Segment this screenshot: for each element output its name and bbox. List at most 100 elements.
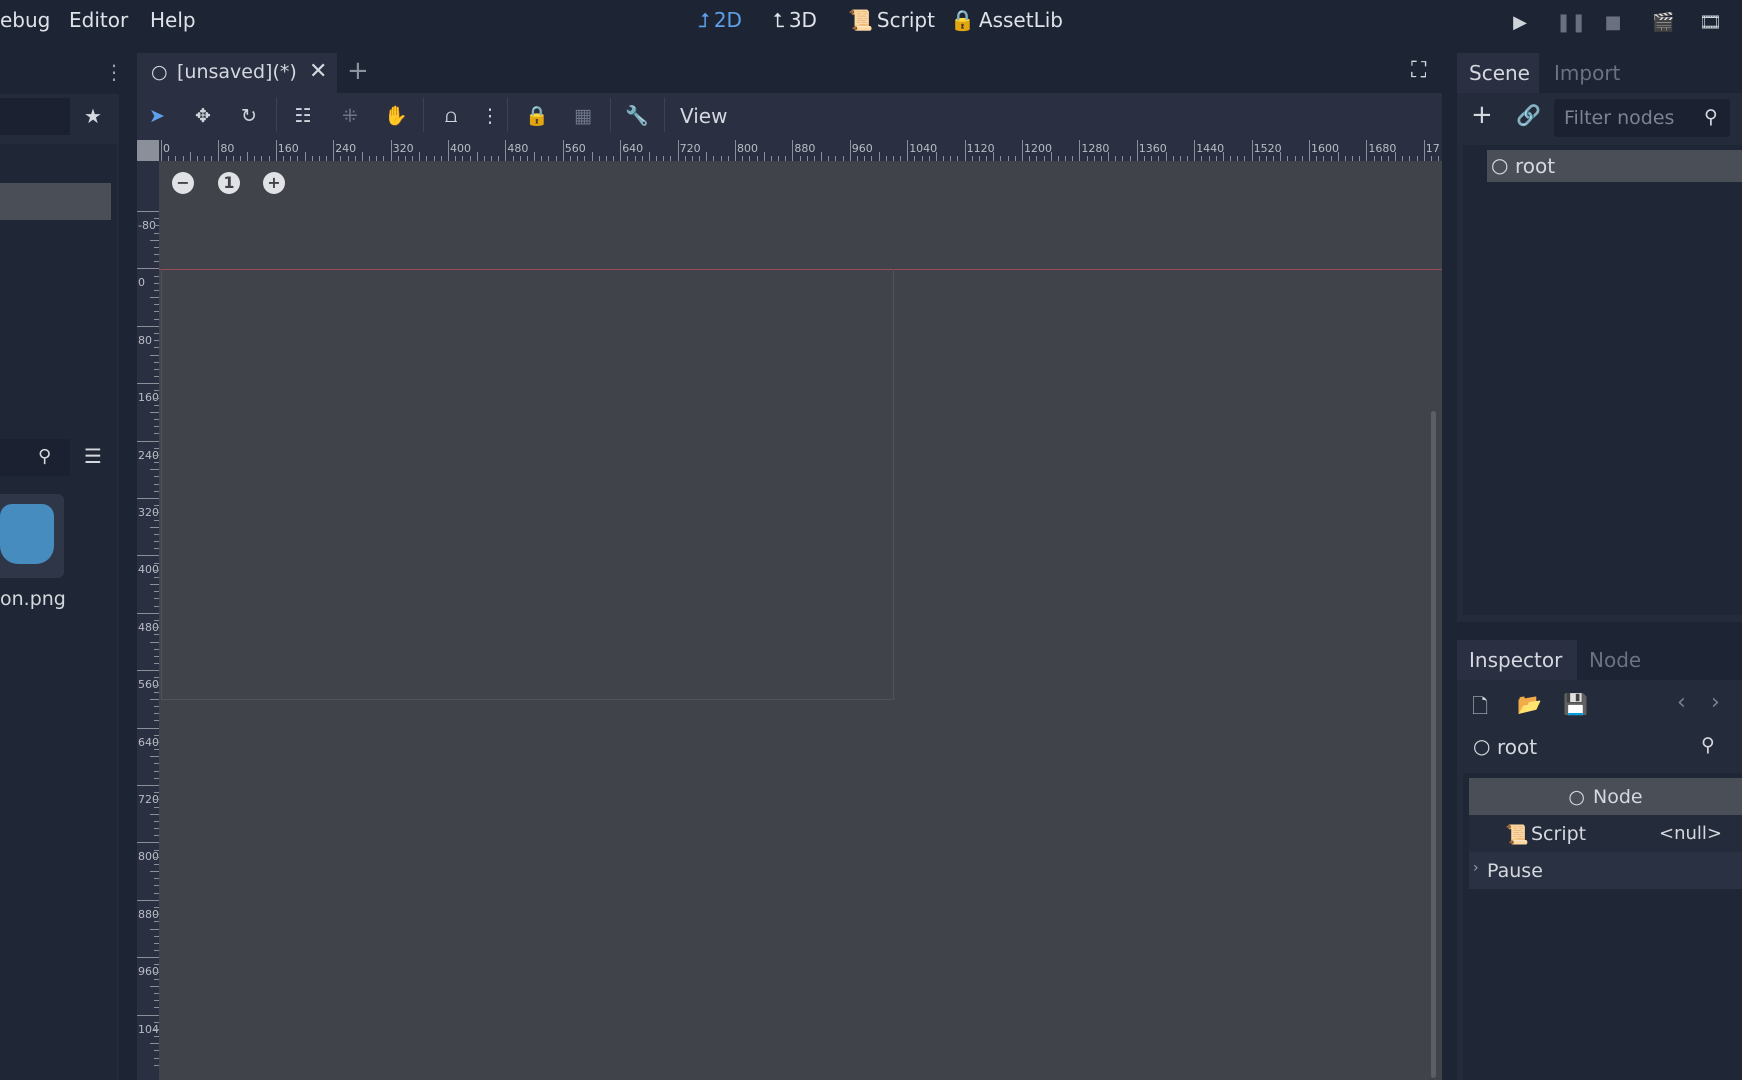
ruler-tick: [1022, 140, 1023, 161]
zoom-out-button[interactable]: −: [172, 172, 194, 194]
ruler-tick: [150, 813, 159, 815]
ruler-tick: [1079, 140, 1081, 161]
property-list: ○ Node 📜 Script <null> › Pause: [1463, 773, 1742, 1080]
add-node-icon[interactable]: +: [1471, 100, 1493, 130]
stop-icon[interactable]: ■: [1602, 12, 1624, 34]
move-tool-icon[interactable]: ✥: [190, 103, 216, 129]
workspace-3d[interactable]: ⮤ 3D: [773, 8, 817, 32]
selected-item[interactable]: [0, 183, 111, 220]
assetlib-icon: 🔒: [950, 8, 975, 32]
menu-debug[interactable]: ebug: [0, 8, 50, 32]
search-icon[interactable]: ⚲: [1704, 106, 1718, 128]
file-item[interactable]: [0, 494, 64, 578]
close-icon[interactable]: ✕: [309, 59, 327, 84]
distraction-free-icon[interactable]: ⛶: [1411, 58, 1426, 83]
ruler-label: 1440: [1196, 142, 1225, 155]
dock-menu-icon[interactable]: ⋮: [104, 60, 124, 84]
snap-icon[interactable]: ⩍: [438, 103, 464, 129]
node-icon: ○: [1491, 153, 1509, 177]
script-icon: 📜: [848, 8, 873, 32]
ruler-label: 560: [564, 142, 586, 155]
script-icon: 📜: [1505, 824, 1529, 846]
lock-icon[interactable]: 🔒: [524, 103, 550, 129]
ruler-tick: [677, 140, 679, 161]
ruler-label: 320: [392, 142, 414, 155]
pan-tool-icon[interactable]: ✋: [383, 103, 409, 129]
filter-nodes-input[interactable]: Filter nodes ⚲: [1554, 99, 1730, 137]
viewport-bounds: [161, 269, 894, 700]
ruler-tick: [648, 152, 650, 161]
skeleton-icon[interactable]: 🔧: [624, 103, 650, 129]
play-scene-icon[interactable]: 🎬: [1652, 12, 1674, 34]
ruler-tick: [1309, 140, 1310, 161]
select-tool-icon[interactable]: ➤: [144, 103, 170, 129]
link-icon[interactable]: 🔗: [1516, 103, 1541, 127]
list-select-icon[interactable]: ☷: [290, 103, 316, 129]
scene-tab[interactable]: ○ [unsaved](*) ✕: [137, 53, 337, 93]
ruler-label: 80: [220, 142, 235, 155]
ruler-label: 1680: [1368, 142, 1397, 155]
ruler-tick: [821, 152, 823, 161]
ruler-tick: [137, 785, 159, 786]
tab-import[interactable]: Import: [1554, 61, 1620, 85]
group-pause[interactable]: › Pause: [1469, 852, 1742, 889]
property-script[interactable]: 📜 Script <null>: [1469, 815, 1742, 852]
tab-scene[interactable]: Scene: [1457, 53, 1539, 93]
menu-help[interactable]: Help: [150, 8, 196, 32]
group-icon[interactable]: ▦: [570, 103, 596, 129]
ruler-tick: [763, 152, 765, 161]
ruler-tick: [137, 1014, 159, 1016]
ruler-tick: [137, 899, 159, 901]
section-label: Node: [1593, 785, 1643, 808]
canvas-viewport[interactable]: [159, 161, 1442, 1080]
rotate-tool-icon[interactable]: ↻: [236, 103, 262, 129]
ruler-label: 0: [163, 142, 170, 155]
pivot-tool-icon[interactable]: ⁜: [337, 103, 363, 129]
snap-options-icon[interactable]: ⋮: [477, 103, 503, 129]
tab-node[interactable]: Node: [1589, 648, 1641, 672]
workspace-script[interactable]: 📜 Script: [848, 8, 935, 32]
tab-inspector[interactable]: Inspector: [1457, 640, 1577, 680]
history-back-icon[interactable]: ‹: [1677, 690, 1686, 715]
workspace-label: Script: [876, 8, 935, 32]
property-value[interactable]: <null>: [1659, 823, 1722, 844]
ruler-label: 1200: [1024, 142, 1052, 155]
ruler-tick: [993, 152, 995, 161]
path-field[interactable]: [0, 98, 70, 135]
ruler-tick: [1423, 140, 1425, 161]
list-view-icon[interactable]: ☰: [84, 444, 102, 468]
ruler-tick: [137, 555, 159, 557]
workspace-assetlib[interactable]: 🔒 AssetLib: [950, 8, 1063, 32]
workspace-2d[interactable]: ⮥ 2D: [698, 8, 742, 32]
ruler-tick: [878, 152, 880, 161]
save-icon[interactable]: 💾: [1563, 692, 1588, 716]
new-resource-icon[interactable]: 🗋: [1472, 692, 1488, 726]
history-forward-icon[interactable]: ›: [1711, 690, 1720, 715]
menu-editor[interactable]: Editor: [69, 8, 128, 32]
scene-dock: + 🔗 Filter nodes ⚲ ○ root: [1457, 93, 1742, 622]
ruler-tick: [150, 871, 159, 873]
pause-icon[interactable]: ❚❚: [1556, 12, 1586, 34]
tree-item-root[interactable]: ○ root: [1487, 150, 1742, 182]
inspected-object: root: [1497, 735, 1538, 759]
view-menu[interactable]: View: [680, 104, 727, 128]
property-search-icon[interactable]: ⚲: [1701, 734, 1715, 756]
ruler-tick: [150, 756, 159, 758]
play-custom-scene-icon[interactable]: 🎞: [1699, 12, 1722, 34]
zoom-reset-button[interactable]: 1: [218, 172, 240, 194]
group-label: Pause: [1487, 860, 1543, 882]
scene-tab-label: [unsaved](*): [177, 61, 297, 83]
file-search-input[interactable]: [0, 439, 70, 476]
open-folder-icon[interactable]: 📂: [1517, 692, 1542, 716]
add-tab-icon[interactable]: +: [347, 56, 369, 86]
ruler-tick: [1337, 152, 1339, 161]
ruler-tick: [150, 928, 159, 930]
play-icon[interactable]: ▶: [1509, 12, 1531, 34]
zoom-in-button[interactable]: +: [263, 172, 285, 194]
search-icon[interactable]: ⚲: [38, 446, 51, 467]
favorite-star-icon[interactable]: ★: [84, 104, 102, 128]
ruler-tick: [137, 670, 159, 672]
vertical-scrollbar[interactable]: [1431, 411, 1436, 1078]
separator: [276, 98, 277, 132]
ruler-tick: [150, 985, 159, 987]
